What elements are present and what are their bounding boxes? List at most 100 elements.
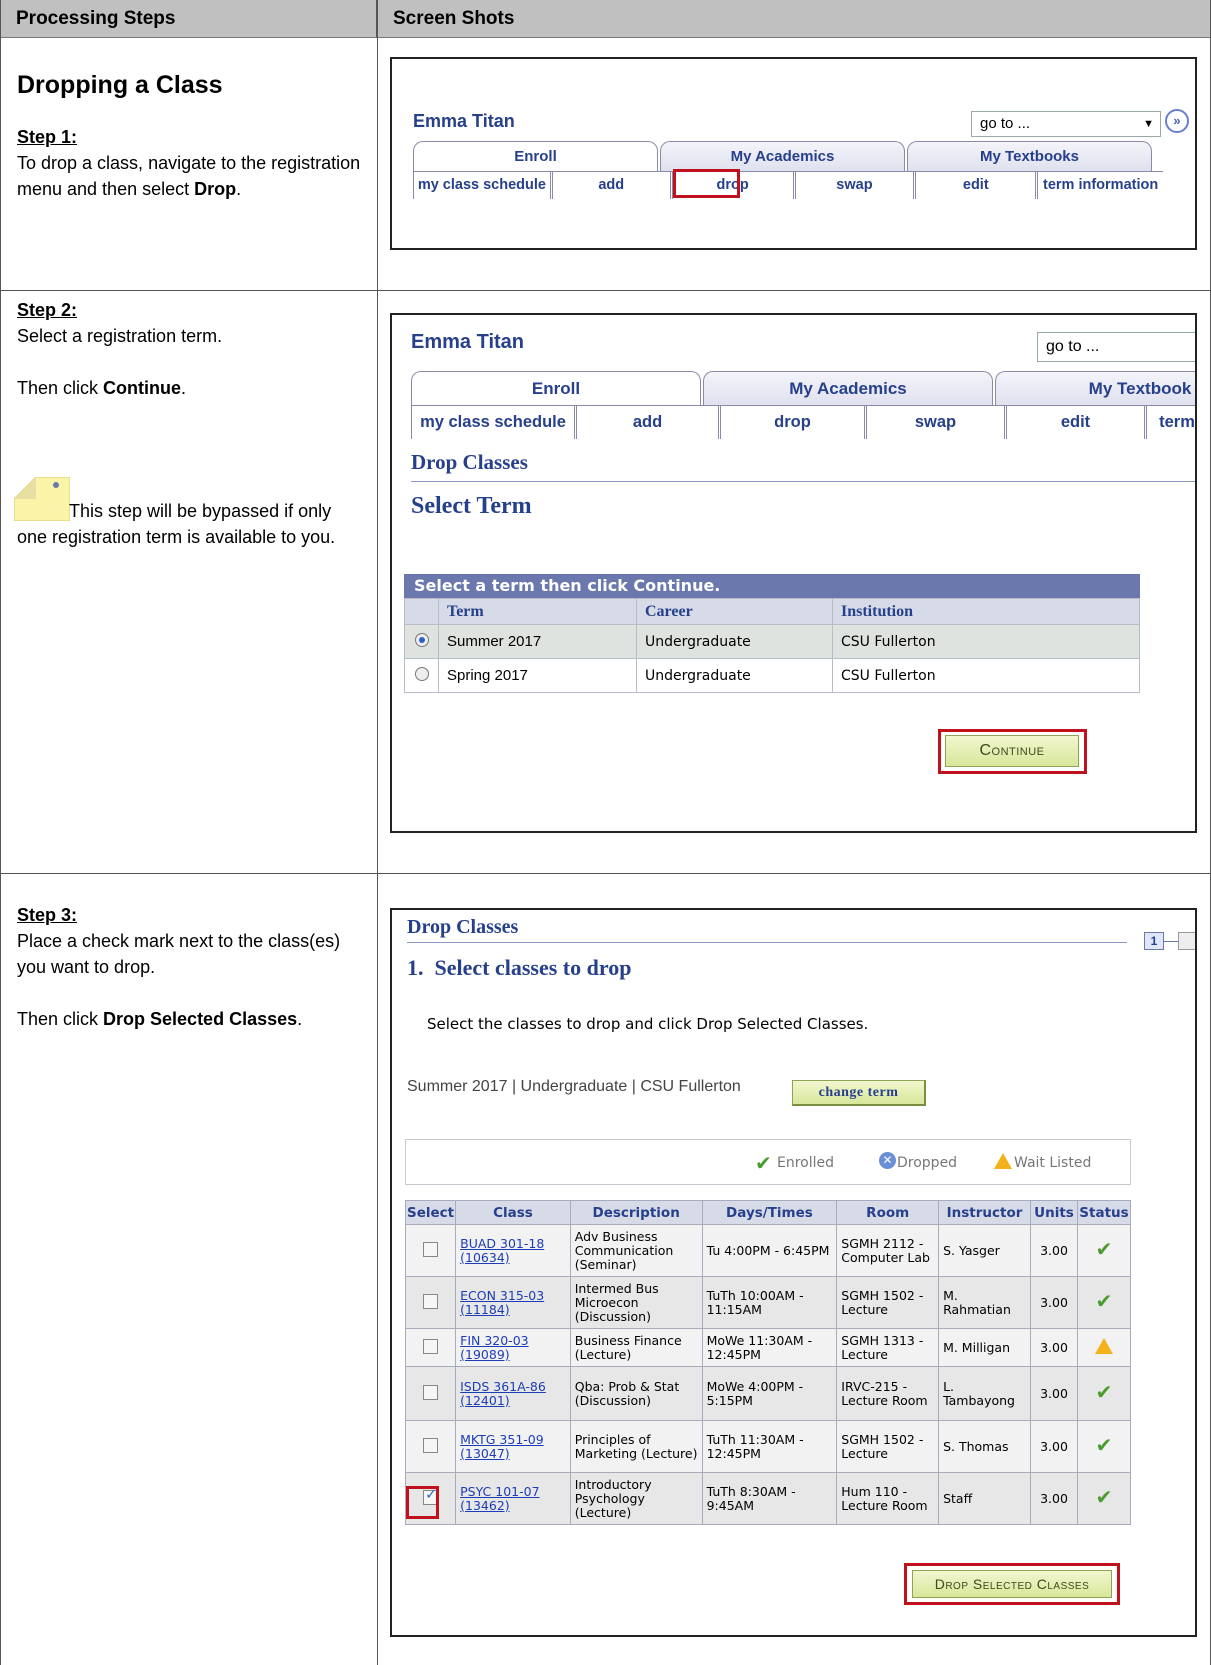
col-units: Units xyxy=(1030,1200,1078,1225)
highlight-psyc-checkbox xyxy=(406,1486,439,1519)
step3-line2: Then click Drop Selected Classes. xyxy=(17,1006,367,1032)
submenu-term[interactable]: term xyxy=(1147,406,1195,439)
career-cell: Undergraduate xyxy=(636,658,833,693)
tab-my-textbooks-label: My Textbook xyxy=(995,371,1195,405)
step-connector xyxy=(1164,941,1178,942)
submenu-term-information[interactable]: term information xyxy=(1038,172,1163,199)
units-cell: 3.00 xyxy=(1030,1366,1078,1421)
tab-my-academics[interactable]: My Academics xyxy=(660,141,905,171)
goto-select[interactable]: go to ... xyxy=(1037,332,1195,362)
tab-my-academics[interactable]: My Academics xyxy=(703,371,993,405)
term-radio-spring[interactable] xyxy=(414,666,429,681)
class-select-checkbox[interactable] xyxy=(423,1384,439,1400)
class-link[interactable]: BUAD 301-18 (10634) xyxy=(460,1236,544,1265)
class-link[interactable]: ISDS 361A-86 (12401) xyxy=(460,1379,546,1408)
col-description: Description xyxy=(569,1200,703,1225)
enrolled-check-icon: ✔ xyxy=(755,1151,772,1175)
classes-table: Select Class Description Days/Times Room… xyxy=(404,1200,1132,1525)
class-link[interactable]: MKTG 351-09 (13047) xyxy=(460,1432,544,1461)
tab-enroll[interactable]: Enroll xyxy=(411,371,701,405)
class-cell: ECON 315-03 (11184) xyxy=(455,1276,571,1329)
submenu-swap[interactable]: swap xyxy=(796,172,917,199)
go-arrow-icon[interactable]: » xyxy=(1165,109,1189,133)
title-divider xyxy=(411,481,1195,482)
term-radio-cell xyxy=(404,624,439,659)
status-cell xyxy=(1076,1328,1132,1367)
legend-enrolled: Enrolled xyxy=(777,1155,835,1171)
room-cell: SGMH 1313 - Lecture xyxy=(836,1328,940,1367)
table-row: PSYC 101-07(13462) Introductory Psycholog… xyxy=(404,1472,1132,1525)
highlight-continue xyxy=(938,729,1087,774)
career-col-header: Career xyxy=(636,598,833,625)
step2-heading: Step 2: xyxy=(17,300,78,320)
class-cell: BUAD 301-18 (10634) xyxy=(455,1224,571,1277)
step2-line2-text: Then click xyxy=(17,378,104,398)
legend-waitlisted: Wait Listed xyxy=(1014,1155,1092,1171)
class-link[interactable]: ECON 315-03 (11184) xyxy=(460,1288,544,1317)
term-radio-cell xyxy=(404,658,439,693)
table-row: FIN 320-03 (19089) Business Finance (Lectu… xyxy=(404,1328,1132,1367)
table-row: MKTG 351-09 (13047) Principles of Marketin… xyxy=(404,1420,1132,1473)
step3-text: Step 3: Place a check mark next to the c… xyxy=(17,902,367,1032)
class-select-checkbox[interactable] xyxy=(423,1437,439,1453)
table-row[interactable]: Summer 2017 Undergraduate CSU Fullerton xyxy=(404,624,1140,659)
class-link[interactable]: FIN 320-03 (19089) xyxy=(460,1333,528,1362)
enrolled-check-icon: ✔ xyxy=(1095,1237,1113,1261)
room-cell: SGMH 1502 - Lecture xyxy=(836,1276,940,1329)
step1-bold: Drop xyxy=(194,179,237,199)
days-times-cell: Tu 4:00PM - 6:45PM xyxy=(701,1224,838,1277)
institution-cell: CSU Fullerton xyxy=(832,658,1140,693)
col-header-steps: Processing Steps xyxy=(0,0,377,38)
units-cell: 3.00 xyxy=(1030,1328,1078,1367)
submenu-my-class-schedule[interactable]: my class schedule xyxy=(414,172,553,199)
tab-enroll-label: Enroll xyxy=(411,371,701,405)
term-radio-summer[interactable] xyxy=(414,632,429,647)
term-grid-caption: Select a term then click Continue. xyxy=(404,574,1140,598)
submenu-edit[interactable]: edit xyxy=(1007,406,1147,439)
status-cell: ✔ xyxy=(1076,1276,1132,1329)
term-cell: Summer 2017 xyxy=(438,624,637,659)
tab-my-textbooks[interactable]: My Textbooks xyxy=(907,141,1152,171)
submenu-my-class-schedule[interactable]: my class schedule xyxy=(412,406,577,439)
step1-period: . xyxy=(236,179,242,199)
submenu-swap[interactable]: swap xyxy=(867,406,1007,439)
class-link[interactable]: PSYC 101-07 (13462) xyxy=(460,1484,539,1513)
select-cell xyxy=(404,1328,457,1367)
step3-line2-text: Then click xyxy=(17,1009,104,1029)
class-select-checkbox[interactable] xyxy=(423,1338,439,1354)
term-line: Summer 2017 | Undergraduate | CSU Fuller… xyxy=(407,1078,741,1095)
career-cell: Undergraduate xyxy=(636,624,833,659)
class-cell: MKTG 351-09 (13047) xyxy=(455,1420,571,1473)
col-select: Select xyxy=(404,1200,457,1225)
select-cell xyxy=(404,1224,457,1277)
document-table: Processing Steps Screen Shots Dropping a… xyxy=(0,0,1211,1665)
units-cell: 3.00 xyxy=(1030,1276,1078,1329)
step1-text: Step 1: To drop a class, navigate to the… xyxy=(17,124,367,202)
dropdown-arrow-icon: ▼ xyxy=(1143,118,1154,130)
submenu-add[interactable]: add xyxy=(577,406,721,439)
step-indicator-2 xyxy=(1178,932,1195,950)
table-row[interactable]: Spring 2017 Undergraduate CSU Fullerton xyxy=(404,658,1140,693)
goto-select[interactable]: go to ... ▼ xyxy=(971,111,1161,137)
title-divider xyxy=(407,942,1127,943)
enrolled-check-icon: ✔ xyxy=(1095,1433,1113,1457)
institution-cell: CSU Fullerton xyxy=(832,624,1140,659)
goto-label: go to ... xyxy=(980,115,1031,132)
step2-line2-bold: Continue xyxy=(103,378,182,398)
days-times-cell: TuTh 11:30AM - 12:45PM xyxy=(701,1420,838,1473)
step1-body: To drop a class, navigate to the registr… xyxy=(17,153,361,199)
col-instructor: Instructor xyxy=(938,1200,1031,1225)
col-days-times: Days/Times xyxy=(701,1200,838,1225)
tab-my-textbooks[interactable]: My Textbook xyxy=(995,371,1195,405)
step-indicator-1: 1 xyxy=(1144,932,1164,950)
submenu-edit[interactable]: edit xyxy=(916,172,1039,199)
class-select-checkbox[interactable] xyxy=(423,1241,439,1257)
step2-note: This step will be bypassed if only one r… xyxy=(17,501,336,547)
submenu-drop[interactable]: drop xyxy=(721,406,867,439)
submenu-bar: my class schedule add drop swap edit ter… xyxy=(413,171,1163,199)
class-select-checkbox[interactable] xyxy=(423,1293,439,1309)
submenu-add[interactable]: add xyxy=(553,172,673,199)
room-cell: SGMH 1502 - Lecture xyxy=(836,1420,940,1473)
tab-enroll[interactable]: Enroll xyxy=(413,141,658,171)
change-term-button[interactable]: change term xyxy=(792,1080,926,1106)
